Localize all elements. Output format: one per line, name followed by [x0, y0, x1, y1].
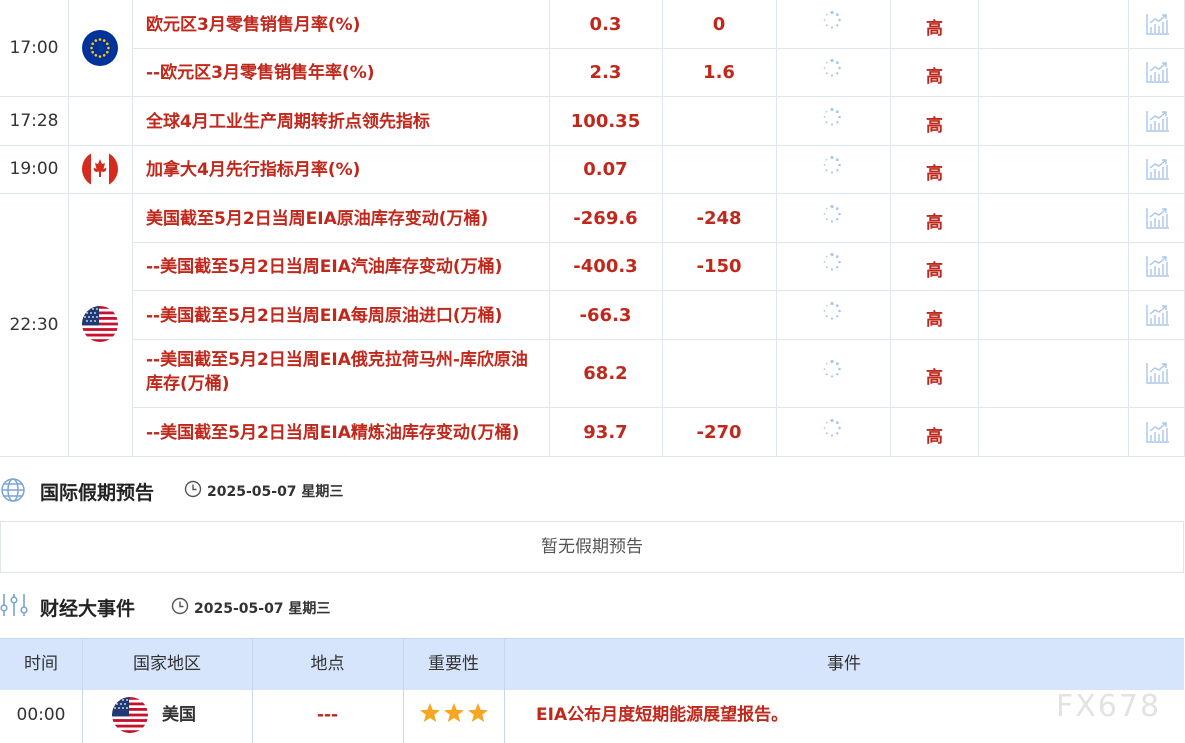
header-location: 地点: [310, 654, 345, 674]
indicator-name[interactable]: --美国截至5月2日当周EIA精炼油库存变动(万桶): [146, 421, 546, 445]
importance-label: 高: [926, 368, 943, 388]
event-description[interactable]: EIA公布月度短期能源展望报告。: [536, 690, 788, 740]
holiday-date: 2025-05-07 星期三: [207, 484, 344, 500]
indicator-name[interactable]: 全球4月工业生产周期转折点领先指标: [146, 110, 546, 134]
star-icon: [419, 702, 440, 722]
importance-label: 高: [926, 164, 943, 184]
chart-icon[interactable]: [1146, 158, 1170, 180]
loading-spinner-icon: [823, 58, 841, 77]
header-time: 时间: [24, 654, 58, 674]
importance-label: 高: [926, 213, 943, 233]
event-importance-stars: [403, 690, 504, 740]
loading-spinner-icon: [823, 155, 841, 174]
globe-icon: [1, 478, 25, 502]
chart-icon[interactable]: [1146, 255, 1170, 277]
chart-icon[interactable]: [1146, 421, 1170, 443]
grid-line: [68, 0, 69, 457]
importance-label: 高: [926, 19, 943, 39]
header-importance: 重要性: [428, 654, 479, 674]
indicator-name[interactable]: --美国截至5月2日当周EIA汽油库存变动(万桶): [146, 255, 546, 279]
importance-label: 高: [926, 261, 943, 281]
canada-flag-icon: [82, 151, 118, 187]
importance-label: 高: [926, 310, 943, 330]
actual-value: 0.07: [583, 159, 628, 180]
actual-value: 68.2: [583, 363, 628, 384]
indicator-name-line: 库存(万桶): [146, 374, 230, 394]
importance-label: 高: [926, 427, 943, 447]
forecast-value: 0: [712, 14, 726, 35]
indicator-name-line: --美国截至5月2日当周EIA俄克拉荷马州-库欣原油: [146, 350, 528, 370]
holiday-section-title: 国际假期预告: [40, 482, 155, 504]
chart-icon[interactable]: [1146, 304, 1170, 326]
chart-icon[interactable]: [1146, 207, 1170, 229]
actual-value: 93.7: [583, 422, 628, 443]
chart-icon[interactable]: [1146, 362, 1170, 384]
usa-flag-icon: [82, 306, 118, 342]
chart-icon[interactable]: [1146, 110, 1170, 132]
actual-value: 0.3: [589, 14, 622, 35]
eu-flag-icon: [82, 30, 118, 66]
indicator-name[interactable]: --欧元区3月零售销售年率(%): [146, 61, 546, 85]
actual-value: -66.3: [579, 305, 632, 326]
grid-line: [1128, 0, 1129, 457]
chart-icon[interactable]: [1146, 13, 1170, 35]
actual-value: -269.6: [573, 208, 638, 229]
indicator-name[interactable]: --美国截至5月2日当周EIA每周原油进口(万桶): [146, 304, 546, 328]
loading-spinner-icon: [823, 301, 841, 320]
time-cell: 19:00: [9, 159, 59, 179]
header-event: 事件: [827, 654, 861, 674]
events-date: 2025-05-07 星期三: [194, 601, 331, 617]
sliders-icon: [0, 594, 28, 616]
holiday-empty-text: 暂无假期预告: [541, 537, 643, 557]
indicator-name[interactable]: --美国截至5月2日当周EIA俄克拉荷马州-库欣原油 库存(万桶): [146, 348, 546, 396]
forecast-value: -150: [696, 256, 742, 277]
grid-line: [132, 0, 133, 457]
watermark-logo: FX678: [1056, 689, 1162, 724]
forecast-value: -270: [696, 422, 742, 443]
usa-flag-icon: [112, 697, 148, 733]
time-cell: 22:30: [9, 315, 59, 335]
importance-label: 高: [926, 116, 943, 136]
forecast-value: 1.6: [703, 62, 735, 83]
clock-icon: [184, 480, 202, 498]
loading-spinner-icon: [823, 252, 841, 271]
grid-line: [776, 0, 777, 457]
chart-icon[interactable]: [1146, 61, 1170, 83]
holiday-empty-box: 暂无假期预告: [0, 521, 1184, 573]
loading-spinner-icon: [823, 107, 841, 126]
actual-value: -400.3: [573, 256, 638, 277]
loading-spinner-icon: [823, 204, 841, 223]
indicator-name[interactable]: 美国截至5月2日当周EIA原油库存变动(万桶): [146, 207, 546, 231]
actual-value: 2.3: [589, 62, 622, 83]
clock-icon: [171, 597, 189, 615]
star-icon: [467, 702, 488, 722]
indicator-name[interactable]: 欧元区3月零售销售月率(%): [146, 13, 546, 37]
event-country: 美国: [162, 705, 196, 725]
time-cell: 17:28: [9, 111, 59, 131]
loading-spinner-icon: [823, 10, 841, 29]
star-icon: [443, 702, 464, 722]
loading-spinner-icon: [823, 418, 841, 437]
event-time: 00:00: [16, 705, 66, 725]
loading-spinner-icon: [823, 359, 841, 378]
indicator-name[interactable]: 加拿大4月先行指标月率(%): [146, 158, 546, 182]
actual-value: 100.35: [570, 111, 641, 132]
events-section-title: 财经大事件: [40, 598, 136, 620]
event-location: ---: [316, 705, 339, 725]
header-country: 国家地区: [133, 654, 201, 674]
grid-line: [978, 0, 979, 457]
time-cell: 17:00: [9, 38, 59, 58]
importance-label: 高: [926, 67, 943, 87]
forecast-value: -248: [696, 208, 742, 229]
